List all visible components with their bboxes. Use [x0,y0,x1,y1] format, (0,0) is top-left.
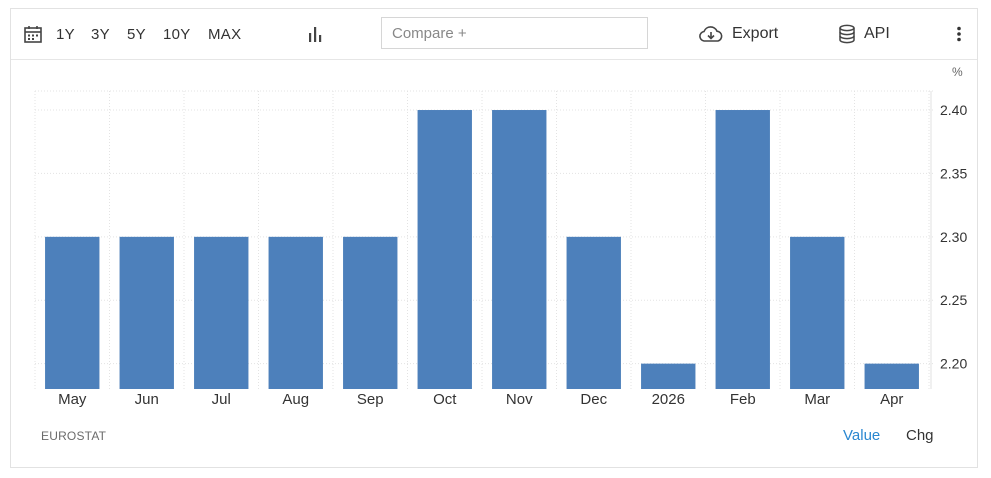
y-tick-label: 2.20 [940,356,967,372]
bar [268,236,323,389]
bar [641,363,696,389]
chg-toggle[interactable]: Chg [906,427,934,444]
value-toggle[interactable]: Value [843,427,880,444]
bar [343,236,398,389]
y-tick-label: 2.35 [940,165,967,181]
bar [864,363,919,389]
bar [790,236,845,389]
x-tick-label: Jul [212,391,231,408]
x-tick-label: May [58,391,87,408]
source-label: EUROSTAT [41,429,107,443]
y-tick-label: 2.25 [940,292,967,308]
x-tick-label: 2026 [652,391,685,408]
x-tick-label: Dec [580,391,607,408]
bar [45,236,100,389]
x-tick-label: Mar [804,391,830,408]
x-tick-label: Feb [730,391,756,408]
bar [566,236,621,389]
y-tick-label: 2.40 [940,102,967,118]
x-tick-label: Nov [506,391,533,408]
x-tick-label: Aug [282,391,309,408]
x-tick-label: Oct [433,391,457,408]
chart-widget: 1Y 3Y 5Y 10Y MAX Export [10,8,978,468]
unit-label: % [952,65,963,79]
bar [715,110,770,390]
bar-chart: 2.20 2.25 2.30 2.35 2.40% May Jun Jul Aug Sep Oct N… [34,65,967,408]
y-tick-label: 2.30 [940,229,967,245]
bar [194,236,249,389]
x-tick-label: Jun [135,391,159,408]
bar [417,110,472,390]
x-tick-label: Apr [880,391,903,408]
bar [492,110,547,390]
x-tick-label: Sep [357,391,384,408]
bar [119,236,174,389]
